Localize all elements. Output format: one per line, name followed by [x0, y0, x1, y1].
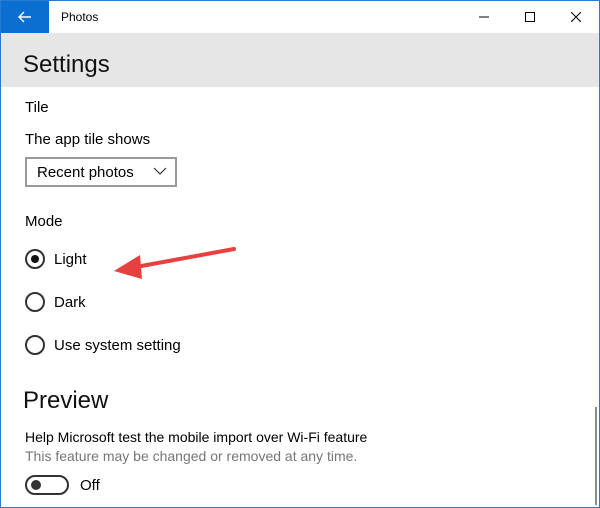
- close-icon: [571, 12, 581, 22]
- scrollbar[interactable]: [595, 407, 597, 505]
- minimize-icon: [479, 16, 489, 18]
- tile-dropdown[interactable]: Recent photos: [25, 157, 177, 187]
- settings-content: Tile The app tile shows Recent photos Mo…: [1, 87, 599, 507]
- radio-dark[interactable]: [25, 292, 45, 312]
- preview-help-text: Help Microsoft test the mobile import ov…: [25, 429, 368, 445]
- title-bar: Photos: [1, 1, 599, 33]
- tile-section-label: Tile: [25, 99, 49, 116]
- close-button[interactable]: [553, 1, 599, 33]
- mode-option-dark[interactable]: Dark: [25, 292, 86, 312]
- radio-system-label: Use system setting: [54, 336, 181, 354]
- chevron-down-icon: [153, 167, 167, 175]
- tile-dropdown-value: Recent photos: [37, 163, 134, 181]
- minimize-button[interactable]: [461, 1, 507, 33]
- mode-section-label: Mode: [25, 213, 63, 230]
- preview-toggle-switch[interactable]: [25, 475, 69, 495]
- page-title: Settings: [23, 51, 110, 78]
- radio-light-label: Light: [54, 250, 87, 268]
- app-title: Photos: [61, 10, 99, 24]
- maximize-icon: [525, 12, 535, 22]
- photos-window: Photos Settings Tile The app tile shows …: [0, 0, 600, 508]
- preview-toggle-label: Off: [80, 476, 100, 494]
- preview-toggle-row: Off: [25, 475, 100, 495]
- maximize-button[interactable]: [507, 1, 553, 33]
- back-button[interactable]: [1, 1, 49, 33]
- window-controls: [461, 1, 599, 33]
- annotation-arrow-icon: [114, 247, 236, 279]
- radio-system[interactable]: [25, 335, 45, 355]
- mode-option-system[interactable]: Use system setting: [25, 335, 181, 355]
- back-arrow-icon: [18, 11, 31, 23]
- radio-light[interactable]: [25, 249, 45, 269]
- settings-header: Settings: [1, 33, 599, 87]
- mode-option-light[interactable]: Light: [25, 249, 87, 269]
- radio-dark-label: Dark: [54, 293, 86, 311]
- toggle-knob: [31, 480, 41, 490]
- tile-field-label: The app tile shows: [25, 131, 151, 148]
- preview-sub-text: This feature may be changed or removed a…: [25, 448, 358, 464]
- preview-section-title: Preview: [23, 387, 109, 414]
